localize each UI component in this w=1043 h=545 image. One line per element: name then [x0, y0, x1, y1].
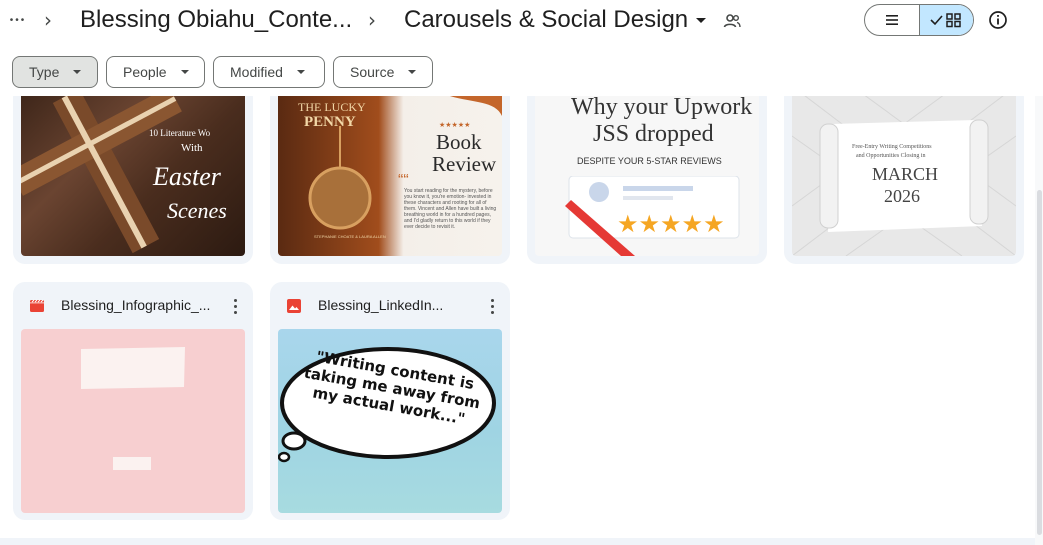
- file-card[interactable]: Blessing_LinkedIn... "Writing content is…: [270, 282, 510, 520]
- dropdown-caret-icon: [408, 70, 417, 74]
- file-thumbnail: Free-Entry Writing Competitions and Oppo…: [792, 96, 1016, 256]
- grid-view-checked-icon: [930, 13, 961, 28]
- dropdown-caret-icon: [180, 70, 189, 74]
- filter-modified-label: Modified: [230, 64, 283, 80]
- filter-type-label: Type: [29, 64, 60, 80]
- file-thumbnail: [21, 329, 245, 513]
- list-view-icon: [885, 15, 898, 25]
- info-icon[interactable]: [987, 9, 1009, 31]
- grid-bottom-edge: [0, 538, 1035, 545]
- file-card[interactable]: THE LUCKY PENNY ★★★★★ Book Review ““ You…: [270, 96, 510, 264]
- file-card[interactable]: Free-Entry Writing Competitions and Oppo…: [784, 96, 1024, 264]
- filter-people-label: People: [123, 64, 167, 80]
- video-file-icon: [30, 299, 44, 312]
- thumb-text: Easter: [153, 162, 221, 191]
- infographic-placeholder-image: [81, 347, 185, 470]
- thumb-text: MARCH: [872, 164, 939, 184]
- scrollbar-thumb[interactable]: [1037, 190, 1042, 535]
- folder-header: ••• › Blessing Obiahu_Conte... › Carouse…: [0, 0, 1043, 42]
- image-file-icon: [287, 299, 301, 313]
- breadcrumb-chevron-icon: ›: [368, 8, 376, 32]
- dropdown-caret-icon: [296, 70, 305, 74]
- breadcrumb-more-button[interactable]: •••: [6, 8, 30, 32]
- file-thumbnail: THE LUCKY PENNY ★★★★★ Book Review ““ You…: [278, 96, 502, 256]
- file-thumbnail: Why your Upwork JSS dropped DESPITE YOUR…: [535, 96, 759, 256]
- thumb-text: Free-Entry Writing Competitions: [852, 144, 932, 150]
- breadcrumb-chevron-icon: ›: [44, 8, 52, 32]
- thumb-text: and Opportunities Closing in: [856, 153, 926, 159]
- thumb-text: Why your Upwork: [571, 96, 753, 120]
- file-thumbnail: 10 Literature Wo With Easter Scenes: [21, 96, 245, 256]
- file-grid: 10 Literature Wo With Easter Scenes THE …: [0, 96, 1035, 545]
- thumb-text: DESPITE YOUR 5-STAR REVIEWS: [577, 156, 722, 166]
- file-card[interactable]: Blessing_Infographic_...: [13, 282, 253, 520]
- shared-folder-icon[interactable]: [722, 11, 742, 31]
- filter-modified-chip[interactable]: Modified: [213, 56, 325, 88]
- thumb-text: Scenes: [167, 198, 227, 223]
- filter-type-chip[interactable]: Type: [12, 56, 98, 88]
- thumb-text: Review: [432, 152, 497, 176]
- more-horizontal-icon: •••: [9, 14, 27, 26]
- grid-view-button[interactable]: [918, 5, 973, 35]
- dropdown-caret-icon: [73, 70, 82, 74]
- thumb-stars: ★★★★★: [439, 122, 471, 129]
- thumb-text: STEPHANIE CHOATE & LAURA ALLEN: [314, 234, 386, 239]
- thumb-text: With: [181, 142, 203, 154]
- breadcrumb-parent-folder[interactable]: Blessing Obiahu_Conte...: [80, 6, 352, 34]
- filter-source-chip[interactable]: Source: [333, 56, 433, 88]
- filter-source-label: Source: [350, 64, 395, 80]
- thumb-text: PENNY: [304, 114, 356, 130]
- file-name: Blessing_LinkedIn...: [318, 297, 444, 313]
- folder-menu-caret-icon: [696, 17, 707, 23]
- rating-stars-icon: ★★★★★: [617, 211, 725, 238]
- filter-people-chip[interactable]: People: [106, 56, 205, 88]
- breadcrumb-current-folder[interactable]: Carousels & Social Design: [404, 6, 707, 34]
- more-actions-button[interactable]: [225, 296, 245, 316]
- view-toggle: [864, 4, 974, 36]
- list-view-button[interactable]: [865, 5, 919, 35]
- file-name: Blessing_Infographic_...: [61, 297, 211, 313]
- file-thumbnail: "Writing content is taking me away from …: [278, 329, 502, 513]
- file-card[interactable]: Why your Upwork JSS dropped DESPITE YOUR…: [527, 96, 767, 264]
- thumb-text: 2026: [884, 186, 920, 206]
- current-folder-title: Carousels & Social Design: [404, 6, 689, 33]
- thumb-text: JSS dropped: [593, 121, 714, 147]
- thumb-text: You start reading for the mystery, befor…: [404, 188, 497, 230]
- drive-folder-view: ••• › Blessing Obiahu_Conte... › Carouse…: [0, 0, 1043, 545]
- thumb-text: THE LUCKY: [298, 100, 366, 114]
- thumb-text: 10 Literature Wo: [149, 128, 211, 138]
- file-card[interactable]: 10 Literature Wo With Easter Scenes: [13, 96, 253, 264]
- more-actions-button[interactable]: [482, 296, 502, 316]
